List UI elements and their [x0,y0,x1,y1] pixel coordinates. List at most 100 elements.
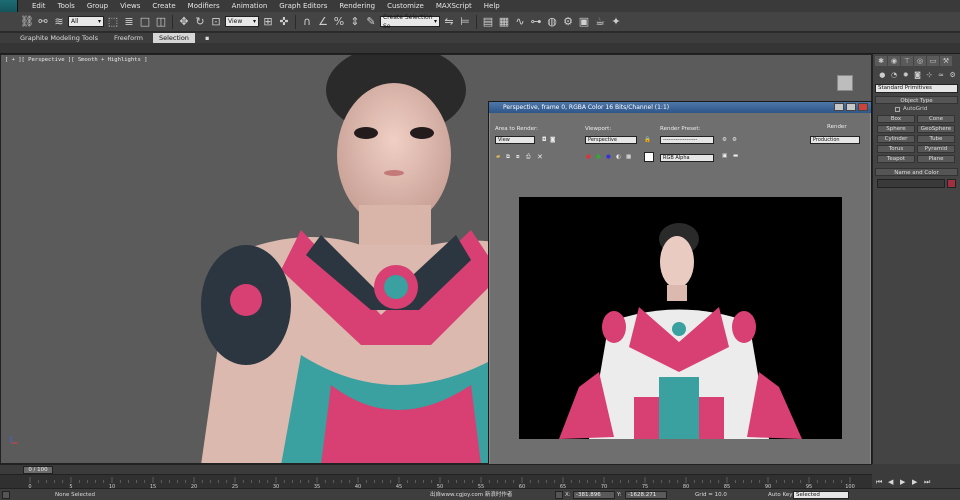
schematic-view-icon[interactable]: ⊶ [529,15,543,29]
move-icon[interactable]: ✥ [177,15,191,29]
channel-display-select[interactable]: RGB Alpha [660,154,714,162]
render-setup-icon[interactable]: ⚙ [561,15,575,29]
bind-spacewarp-icon[interactable]: ≋ [52,15,66,29]
plane-button[interactable]: Plane [917,155,955,163]
autogrid-checkbox[interactable] [895,106,900,112]
layer-manager-icon[interactable]: ▤ [481,15,495,29]
prev-frame-icon[interactable]: ◀ [888,478,893,486]
key-filter-select[interactable]: Selected [793,491,849,499]
rect-selection-icon[interactable]: □ [138,15,152,29]
viewcube-icon[interactable] [837,75,853,91]
graphite-tools-icon[interactable]: ▦ [497,15,511,29]
display-tab-icon[interactable]: ▭ [927,56,939,66]
object-color-swatch[interactable] [947,179,956,188]
spacewarps-icon[interactable]: ≈ [936,70,947,80]
goto-start-icon[interactable]: ⏮ [876,478,882,487]
menu-help[interactable]: Help [478,0,506,12]
teapot-button[interactable]: Teapot [877,155,915,163]
object-name-input[interactable] [877,179,945,188]
edit-region-icon[interactable]: ◘ [542,137,546,143]
lock-icon[interactable]: 🔒 [644,137,651,143]
name-and-color-rollout[interactable]: Name and Color [875,168,958,176]
alpha-channel-icon[interactable]: ◐ [616,154,621,160]
material-editor-icon[interactable]: ◍ [545,15,559,29]
geometry-icon[interactable]: ● [877,70,888,80]
viewport-select[interactable]: Perspective [585,136,637,144]
scale-icon[interactable]: ⊡ [209,15,223,29]
render-window-titlebar[interactable]: Perspective, frame 0, RGBA Color 16 Bits… [489,102,871,113]
area-to-render-select[interactable]: View [495,136,535,144]
close-icon[interactable] [858,103,868,111]
motion-tab-icon[interactable]: ◎ [914,56,926,66]
blue-channel-icon[interactable]: ● [606,154,611,160]
monochrome-icon[interactable]: ▦ [626,154,631,160]
menu-animation[interactable]: Animation [226,0,274,12]
pyramid-button[interactable]: Pyramid [917,145,955,153]
red-channel-icon[interactable]: ● [586,154,591,160]
menu-rendering[interactable]: Rendering [333,0,381,12]
auto-key-button[interactable]: Auto Key [768,489,793,500]
autogrid-toggle[interactable]: AutoGrid [873,104,960,112]
menu-tools[interactable]: Tools [52,0,81,12]
modify-tab-icon[interactable]: ◉ [888,56,900,66]
render-preset-select[interactable]: ------------------- [660,136,714,144]
selection-filter-select[interactable]: All ▾ [68,16,104,27]
create-tab-icon[interactable]: ✱ [875,56,887,66]
pivot-center-icon[interactable]: ⊞ [261,15,275,29]
shapes-icon[interactable]: ◔ [889,70,900,80]
tab-graphite-modeling-tools[interactable]: Graphite Modeling Tools [14,33,104,43]
select-manipulate-icon[interactable]: ✜ [277,15,291,29]
menu-maxscript[interactable]: MAXScript [430,0,478,12]
goto-end-icon[interactable]: ⏭ [924,478,930,487]
clear-icon[interactable]: ✕ [537,153,543,161]
menu-graph-editors[interactable]: Graph Editors [273,0,333,12]
tube-button[interactable]: Tube [917,135,955,143]
render-production-icon[interactable]: ☕ [593,15,607,29]
window-crossing-icon[interactable]: ◫ [154,15,168,29]
save-image-icon[interactable]: ▰ [496,154,500,160]
curve-editor-icon[interactable]: ∿ [513,15,527,29]
viewport-label[interactable]: [ + ][ Perspective ][ Smooth + Highlight… [5,57,147,63]
x-coord-field[interactable]: -381.896 [573,491,615,499]
toggle-ui-icon[interactable]: ▬ [733,153,738,159]
time-slider-thumb[interactable]: 0 / 100 [23,466,53,474]
menu-modifiers[interactable]: Modifiers [182,0,226,12]
object-type-rollout[interactable]: Object Type [875,96,958,104]
named-selection-set-select[interactable]: Create Selection Se ▾ [380,14,440,30]
toggle-ui-overlay-icon[interactable]: ▣ [722,153,727,159]
systems-icon[interactable]: ⚙ [947,70,958,80]
ref-coord-select[interactable]: View ▾ [225,16,259,27]
menu-edit[interactable]: Edit [26,0,52,12]
primitive-category-select[interactable]: Standard Primitives [875,84,958,93]
percent-snap-icon[interactable]: % [332,15,346,29]
select-object-icon[interactable]: ⬚ [106,15,120,29]
helpers-icon[interactable]: ⊹ [924,70,935,80]
render-button-label[interactable]: Render [827,124,847,130]
render-iterative-icon[interactable]: ✦ [609,15,623,29]
track-bar[interactable]: 0 5 10 15 20 25 30 35 40 45 50 55 60 65 70 75 80 85 90 95 10… [0,474,872,489]
rotate-icon[interactable]: ↻ [193,15,207,29]
maximize-icon[interactable] [846,103,856,111]
cylinder-button[interactable]: Cylinder [877,135,915,143]
cone-button[interactable]: Cone [917,115,955,123]
tab-selection[interactable]: Selection [152,33,195,43]
clone-window-icon[interactable]: ⧈ [516,154,520,161]
menu-create[interactable]: Create [146,0,181,12]
lights-icon[interactable]: ✹ [900,70,911,80]
spinner-snap-icon[interactable]: ⇕ [348,15,362,29]
render-setup-icon[interactable]: ⚙ [722,137,727,143]
time-slider[interactable]: 0 / 100 [0,464,872,474]
next-frame-icon[interactable]: ▶ [912,478,917,486]
y-coord-field[interactable]: -1628.271 [625,491,667,499]
lock-selection-icon[interactable] [555,491,563,499]
tab-freeform[interactable]: Freeform [108,33,149,43]
auto-region-icon[interactable]: ◙ [550,137,555,143]
rendered-frame-window-icon[interactable]: ▣ [577,15,591,29]
copy-image-icon[interactable]: ⧉ [506,154,510,161]
swatch-icon[interactable] [644,152,654,162]
environment-icon[interactable]: ⚙ [732,137,737,143]
select-by-name-icon[interactable]: ≣ [122,15,136,29]
box-button[interactable]: Box [877,115,915,123]
utilities-tab-icon[interactable]: ⚒ [940,56,952,66]
cameras-icon[interactable]: ◙ [912,70,923,80]
